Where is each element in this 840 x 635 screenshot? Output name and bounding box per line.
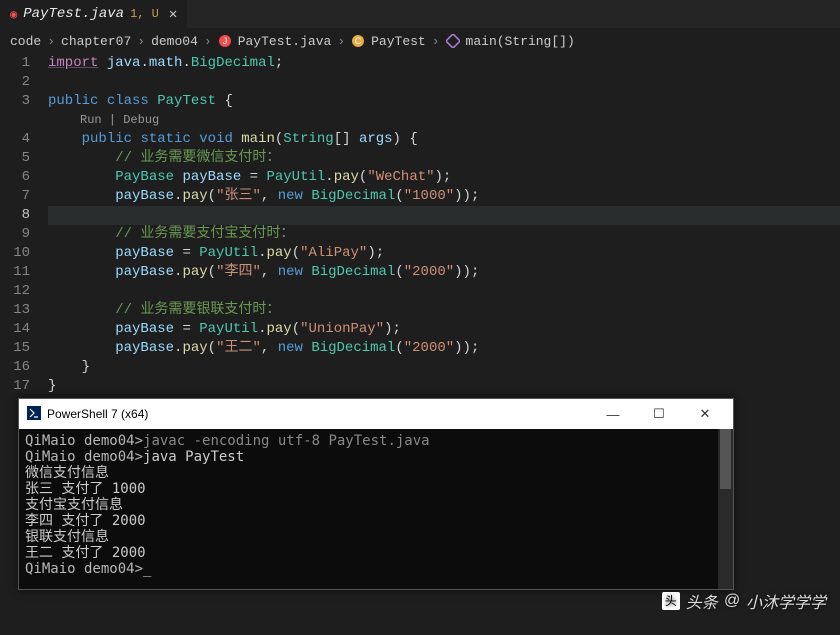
code-line[interactable]: payBase = PayUtil.pay("UnionPay"); (48, 320, 840, 339)
code-line[interactable]: // 业务需要银联支付时： (48, 301, 840, 320)
code-line[interactable]: public static void main(String[] args) { (48, 130, 840, 149)
terminal-title: PowerShell 7 (x64) (47, 407, 148, 421)
code-line[interactable]: // 业务需要支付宝支付时： (48, 225, 840, 244)
line-number: 14 (0, 320, 30, 339)
chevron-right-icon: › (432, 34, 440, 49)
line-number: 1 (0, 54, 30, 73)
crumb-folder[interactable]: demo04 (151, 34, 198, 49)
terminal-window: PowerShell 7 (x64) — ☐ ✕ QiMaio demo04>j… (18, 398, 734, 590)
code-editor[interactable]: 123 4567891011121314151617 import java.m… (0, 54, 840, 396)
codelens-debug[interactable]: Debug (123, 113, 159, 127)
line-number: 5 (0, 149, 30, 168)
chevron-right-icon: › (47, 34, 55, 49)
crumb-file[interactable]: PayTest.java (238, 34, 332, 49)
line-number: 11 (0, 263, 30, 282)
code-line[interactable]: } (48, 358, 840, 377)
code-line[interactable] (48, 282, 840, 301)
code-line[interactable]: import java.math.BigDecimal; (48, 54, 840, 73)
chevron-right-icon: › (137, 34, 145, 49)
breadcrumb: code › chapter07 › demo04 › J PayTest.ja… (0, 28, 840, 54)
code-line[interactable]: } (48, 377, 840, 396)
watermark-at: @ (724, 592, 740, 610)
line-number: 17 (0, 377, 30, 396)
watermark-name: 小沐学学学 (746, 589, 826, 613)
codelens-run[interactable]: Run (80, 113, 102, 127)
code-area[interactable]: import java.math.BigDecimal; public clas… (48, 54, 840, 396)
terminal-body[interactable]: QiMaio demo04>javac -encoding utf-8 PayT… (19, 429, 733, 589)
line-number: 9 (0, 225, 30, 244)
watermark-prefix: 头条 (686, 589, 718, 613)
line-number: 13 (0, 301, 30, 320)
error-icon: ◉ (10, 7, 17, 22)
line-gutter: 123 4567891011121314151617 (0, 54, 48, 396)
svg-text:J: J (222, 36, 227, 46)
line-number: 10 (0, 244, 30, 263)
scrollbar-thumb[interactable] (720, 429, 731, 489)
line-number: 15 (0, 339, 30, 358)
powershell-icon (27, 406, 41, 423)
chevron-right-icon: › (337, 34, 345, 49)
code-line[interactable]: PayBase payBase = PayUtil.pay("WeChat"); (48, 168, 840, 187)
svg-text:C: C (355, 36, 362, 46)
tab-filename: PayTest.java (23, 6, 124, 22)
terminal-scrollbar[interactable] (718, 429, 733, 589)
code-line[interactable]: public class PayTest { (48, 92, 840, 111)
close-button[interactable]: ✕ (685, 406, 725, 422)
line-number: 3 (0, 92, 30, 111)
crumb-code[interactable]: code (10, 34, 41, 49)
code-line[interactable]: // 业务需要微信支付时： (48, 149, 840, 168)
code-line[interactable]: payBase.pay("李四", new BigDecimal("2000")… (48, 263, 840, 282)
line-number: 12 (0, 282, 30, 301)
maximize-button[interactable]: ☐ (639, 406, 679, 422)
code-line[interactable] (48, 206, 840, 225)
line-number: 4 (0, 130, 30, 149)
crumb-class[interactable]: PayTest (371, 34, 426, 49)
code-line[interactable]: payBase = PayUtil.pay("AliPay"); (48, 244, 840, 263)
line-number: 2 (0, 73, 30, 92)
minimize-button[interactable]: — (593, 407, 633, 422)
chevron-right-icon: › (204, 34, 212, 49)
tab-bar: ◉ PayTest.java 1, U ✕ (0, 0, 840, 28)
class-icon: C (351, 34, 365, 48)
java-file-icon: J (218, 34, 232, 48)
line-number: 7 (0, 187, 30, 206)
terminal-titlebar[interactable]: PowerShell 7 (x64) — ☐ ✕ (19, 399, 733, 429)
editor-tab[interactable]: ◉ PayTest.java 1, U ✕ (0, 0, 187, 28)
line-number: 8 (0, 206, 30, 225)
code-line[interactable]: payBase.pay("张三", new BigDecimal("1000")… (48, 187, 840, 206)
watermark: 头 头条 @ 小沐学学学 (662, 589, 826, 613)
method-icon (446, 34, 460, 48)
toutiao-icon: 头 (662, 592, 680, 610)
codelens[interactable]: Run | Debug (48, 111, 840, 130)
crumb-method[interactable]: main(String[]) (466, 34, 575, 49)
line-number: 16 (0, 358, 30, 377)
code-line[interactable] (48, 73, 840, 92)
close-icon[interactable]: ✕ (169, 6, 177, 23)
tab-status: 1, U (130, 7, 159, 21)
crumb-chapter[interactable]: chapter07 (61, 34, 131, 49)
line-number: 6 (0, 168, 30, 187)
code-line[interactable]: payBase.pay("王二", new BigDecimal("2000")… (48, 339, 840, 358)
